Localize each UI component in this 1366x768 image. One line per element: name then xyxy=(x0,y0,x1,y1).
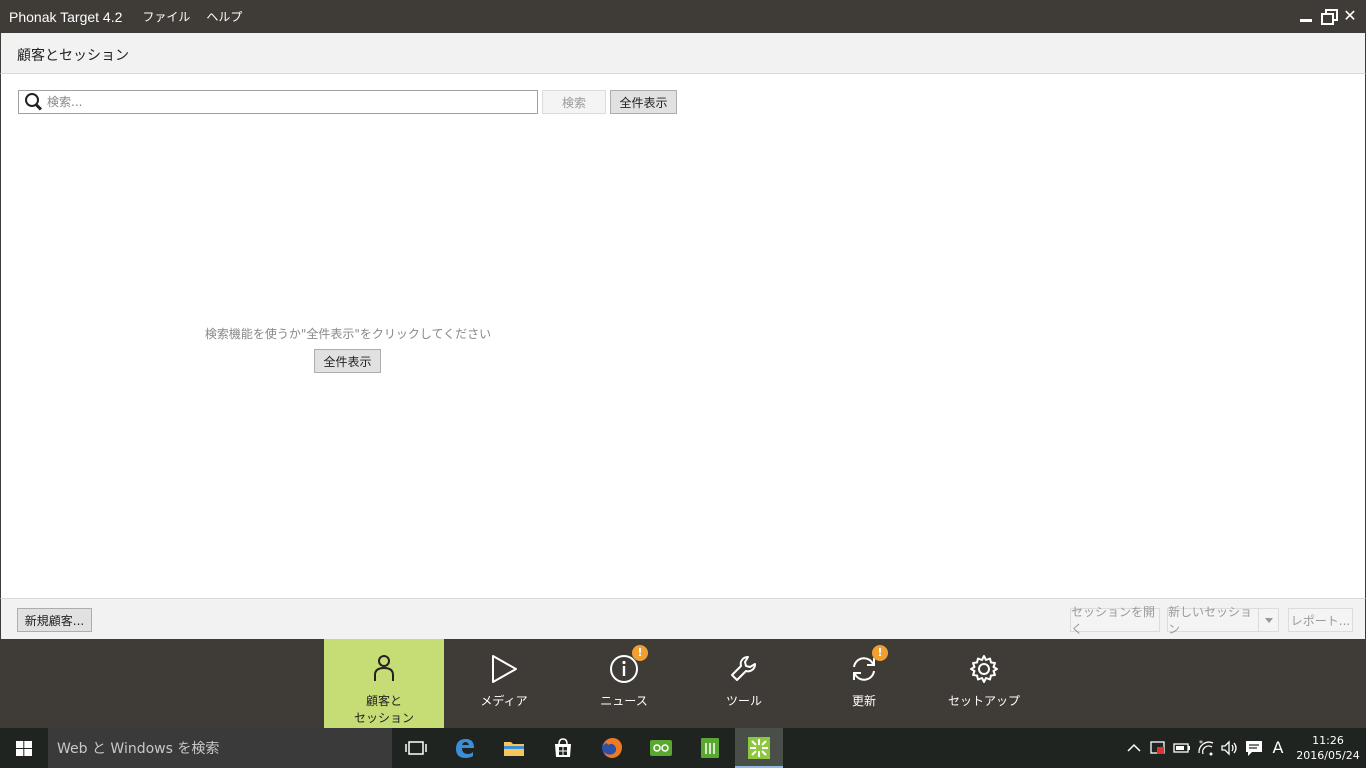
notes-app-icon xyxy=(701,738,719,758)
new-session-dropdown[interactable] xyxy=(1258,608,1279,632)
app-title: Phonak Target 4.2 xyxy=(9,8,123,25)
task-view-icon xyxy=(405,741,427,755)
news-badge: ! xyxy=(632,645,648,661)
windows-taskbar: Web と Windows を検索 * A 11:26 2016/05/24 xyxy=(0,728,1366,768)
taskbar-noahlink[interactable] xyxy=(637,728,685,768)
edge-icon xyxy=(456,739,474,758)
wifi-icon[interactable]: * xyxy=(1195,737,1217,759)
section-title: 顧客とセッション xyxy=(17,48,129,64)
nav-label: ニュース xyxy=(600,694,648,708)
task-view-button[interactable] xyxy=(392,728,440,768)
volume-icon[interactable] xyxy=(1219,737,1241,759)
search-input[interactable] xyxy=(47,92,527,112)
chevron-down-icon xyxy=(1264,617,1273,623)
nav-label: ツール xyxy=(725,694,762,708)
store-icon xyxy=(555,738,571,757)
nav-clients-sessions[interactable]: 顧客と セッション xyxy=(324,639,444,728)
taskbar-search-box[interactable]: Web と Windows を検索 xyxy=(48,728,392,768)
show-all-center-button[interactable]: 全件表示 xyxy=(314,349,381,373)
show-all-button[interactable]: 全件表示 xyxy=(610,90,677,114)
update-badge: ! xyxy=(872,645,888,661)
empty-state-hint: 検索機能を使うか"全件表示"をクリックしてください xyxy=(204,327,492,341)
nav-label: セットアップ xyxy=(947,694,1020,708)
nav-news[interactable]: ! ニュース xyxy=(564,639,684,728)
firefox-icon xyxy=(602,738,622,758)
gear-icon xyxy=(970,655,998,683)
file-explorer-icon xyxy=(504,742,524,756)
nav-label: 顧客と セッション xyxy=(353,694,414,725)
open-session-button[interactable]: セッションを開く xyxy=(1070,605,1160,636)
search-button[interactable]: 検索 xyxy=(542,90,606,114)
taskbar-search-input[interactable]: Web と Windows を検索 xyxy=(57,738,219,758)
menu-file[interactable]: ファイル xyxy=(142,8,190,25)
action-bar: 新規顧客... セッションを開く 新しいセッション レポート... xyxy=(0,598,1366,639)
nav-label: メディア xyxy=(480,694,528,708)
clock-time: 11:26 xyxy=(1312,734,1344,747)
taskbar-phonak-target[interactable] xyxy=(735,728,783,768)
nav-tools[interactable]: ツール xyxy=(684,639,804,728)
noahlink-icon xyxy=(650,740,672,756)
play-icon xyxy=(492,655,517,683)
taskbar-notes[interactable] xyxy=(686,728,734,768)
minimize-button[interactable] xyxy=(1298,8,1314,24)
security-icon[interactable] xyxy=(1147,737,1169,759)
ime-indicator[interactable]: A xyxy=(1267,737,1289,759)
taskbar-store[interactable] xyxy=(539,728,587,768)
section-header: 顧客とセッション xyxy=(0,33,1366,74)
report-button[interactable]: レポート... xyxy=(1288,608,1353,632)
search-box[interactable] xyxy=(18,90,538,114)
start-button[interactable] xyxy=(0,728,48,768)
nav-media[interactable]: メディア xyxy=(444,639,564,728)
chevron-up-icon[interactable] xyxy=(1123,737,1145,759)
system-tray: * A 11:26 2016/05/24 xyxy=(1122,728,1366,768)
bottom-nav: 顧客と セッション メディア ! ニュース ツール ! 更新 セットアップ xyxy=(0,639,1366,728)
new-client-button[interactable]: 新規顧客... xyxy=(17,608,92,632)
windows-logo-icon xyxy=(16,741,32,756)
new-session-button[interactable]: 新しいセッション xyxy=(1167,605,1258,636)
notification-icon[interactable] xyxy=(1243,737,1265,759)
nav-update[interactable]: ! 更新 xyxy=(804,639,924,728)
taskbar-firefox[interactable] xyxy=(588,728,636,768)
person-icon xyxy=(374,655,394,681)
clock-date: 2016/05/24 xyxy=(1296,749,1360,762)
close-button[interactable]: ✕ xyxy=(1342,8,1358,24)
nav-setup[interactable]: セットアップ xyxy=(924,639,1044,728)
main-content: 検索 全件表示 検索機能を使うか"全件表示"をクリックしてください 全件表示 xyxy=(0,74,1366,598)
wrench-icon xyxy=(731,656,756,681)
svg-text:*: * xyxy=(1199,739,1203,748)
phonak-target-icon xyxy=(748,737,770,759)
search-icon xyxy=(23,91,45,113)
title-bar: Phonak Target 4.2 ファイル ヘルプ ✕ xyxy=(0,0,1366,33)
taskbar-edge[interactable] xyxy=(441,728,489,768)
taskbar-explorer[interactable] xyxy=(490,728,538,768)
battery-icon[interactable] xyxy=(1171,737,1193,759)
menu-help[interactable]: ヘルプ xyxy=(206,8,242,25)
window-controls: ✕ xyxy=(1298,8,1358,25)
restore-button[interactable] xyxy=(1320,8,1338,25)
taskbar-clock[interactable]: 11:26 2016/05/24 xyxy=(1290,733,1366,763)
nav-label: 更新 xyxy=(851,694,876,708)
